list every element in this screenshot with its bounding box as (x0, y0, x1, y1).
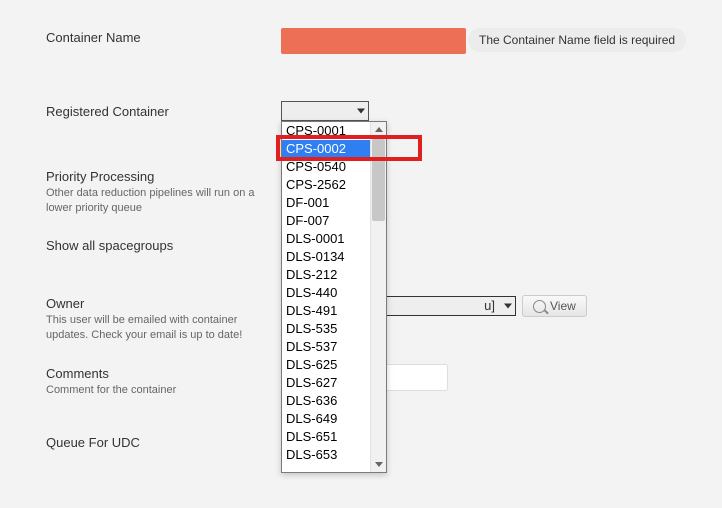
dropdown-option[interactable]: DLS-440 (282, 284, 371, 302)
scroll-thumb[interactable] (372, 139, 385, 221)
search-icon (533, 300, 546, 313)
chevron-down-icon (504, 304, 512, 309)
dropdown-option[interactable]: CPS-0540 (282, 158, 371, 176)
scrollbar[interactable] (370, 122, 386, 472)
dropdown-option[interactable]: DLS-0001 (282, 230, 371, 248)
dropdown-option[interactable]: DLS-537 (282, 338, 371, 356)
scroll-up-icon[interactable] (371, 122, 386, 137)
dropdown-option[interactable]: DLS-649 (282, 410, 371, 428)
comments-help: Comment for the container (46, 383, 256, 398)
registered-container-label: Registered Container (46, 104, 169, 119)
owner-help: This user will be emailed with container… (46, 313, 256, 343)
owner-select[interactable]: u] (370, 296, 516, 316)
priority-label: Priority Processing (46, 169, 154, 184)
container-name-error: The Container Name field is required (468, 28, 686, 52)
row-registered-container: Registered Container (46, 104, 702, 119)
priority-help: Other data reduction pipelines will run … (46, 186, 256, 216)
form-page: Container Name The Container Name field … (0, 0, 722, 508)
dropdown-option[interactable]: DLS-0134 (282, 248, 371, 266)
dropdown-option[interactable]: DLS-535 (282, 320, 371, 338)
dropdown-option[interactable]: CPS-0001 (282, 122, 371, 140)
owner-label: Owner (46, 296, 84, 311)
dropdown-option[interactable]: CPS-0002 (282, 140, 371, 158)
container-name-input[interactable] (281, 28, 466, 54)
registered-container-dropdown[interactable]: CPS-0001CPS-0002CPS-0540CPS-2562DF-001DF… (281, 121, 387, 473)
chevron-down-icon (357, 109, 365, 114)
dropdown-option[interactable]: DF-001 (282, 194, 371, 212)
dropdown-option[interactable]: DLS-491 (282, 302, 371, 320)
view-button[interactable]: View (522, 295, 587, 317)
owner-select-value: u] (484, 297, 495, 315)
dropdown-option[interactable]: DF-007 (282, 212, 371, 230)
dropdown-option[interactable]: CPS-2562 (282, 176, 371, 194)
dropdown-option[interactable]: DLS-625 (282, 356, 371, 374)
container-name-label: Container Name (46, 30, 141, 45)
dropdown-option[interactable]: DLS-653 (282, 446, 371, 464)
view-button-label: View (550, 299, 576, 313)
dropdown-option[interactable]: DLS-212 (282, 266, 371, 284)
queue-label: Queue For UDC (46, 435, 140, 450)
dropdown-option[interactable]: DLS-627 (282, 374, 371, 392)
comments-label: Comments (46, 366, 109, 381)
scroll-down-icon[interactable] (371, 457, 386, 472)
spacegroups-label: Show all spacegroups (46, 238, 173, 253)
dropdown-option[interactable]: DLS-636 (282, 392, 371, 410)
dropdown-option[interactable]: DLS-651 (282, 428, 371, 446)
